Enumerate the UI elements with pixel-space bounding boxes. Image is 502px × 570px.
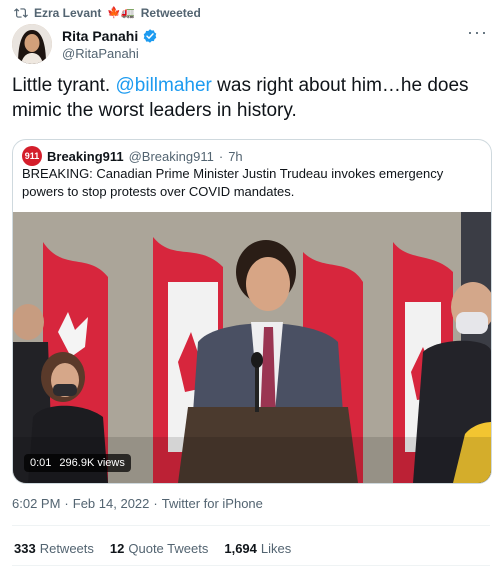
tweet-text: Little tyrant. @billmaher was right abou… (12, 73, 496, 123)
tweet-card[interactable]: Ezra Levant 🍁🚛 Retweeted Rita Panahi @Ri… (0, 0, 502, 570)
retweeter-name[interactable]: Ezra Levant (34, 6, 101, 20)
divider (12, 525, 490, 526)
quoted-tweet[interactable]: 911 Breaking911 @Breaking911 · 7h BREAKI… (12, 139, 492, 484)
quoted-avatar[interactable]: 911 (22, 146, 42, 166)
retweeter-emojis: 🍁🚛 (107, 6, 135, 19)
retweeted-label: Retweeted (140, 6, 201, 20)
retweets-stat[interactable]: 333 Retweets (14, 541, 94, 556)
quoted-separator: · (218, 148, 224, 164)
author-handle[interactable]: @RitaPanahi (62, 46, 158, 61)
likes-label: Likes (260, 541, 292, 556)
tweet-metadata: 6:02 PM · Feb 14, 2022 · Twitter for iPh… (12, 496, 263, 511)
more-options-icon[interactable]: ··· (467, 22, 488, 43)
quote-tweets-count: 12 (109, 541, 125, 556)
verified-badge-icon (143, 28, 157, 43)
retweets-label: Retweets (39, 541, 94, 556)
quote-tweets-stat[interactable]: 12 Quote Tweets (110, 541, 208, 556)
quoted-tweet-text: BREAKING: Canadian Prime Minister Justin… (22, 166, 444, 199)
video-player[interactable]: 0:01 296.9K views (13, 212, 491, 483)
likes-count: 1,694 (224, 541, 257, 556)
avatar[interactable] (12, 24, 52, 64)
meta-separator: · (153, 496, 158, 511)
meta-separator: · (64, 496, 69, 511)
retweets-count: 333 (14, 541, 36, 556)
tweet-time[interactable]: 6:02 PM (12, 496, 60, 511)
quoted-handle[interactable]: @Breaking911 (129, 149, 214, 164)
video-badge: 0:01 296.9K views (24, 454, 131, 472)
quote-tweets-label: Quote Tweets (128, 541, 209, 556)
mention-link[interactable]: @billmaher (116, 75, 212, 96)
video-frame (13, 212, 491, 483)
engagement-stats: 333 Retweets 12 Quote Tweets 1,694 Likes (14, 541, 291, 556)
quoted-display-name[interactable]: Breaking911 (47, 149, 124, 164)
quoted-tweet-header: 911 Breaking911 @Breaking911 · 7h (22, 146, 243, 166)
tweet-text-start: Little tyrant. (12, 75, 116, 96)
video-time: 0:01 (30, 457, 52, 469)
video-views: 296.9K views (59, 457, 125, 469)
retweet-icon (14, 8, 28, 18)
author-block[interactable]: Rita Panahi @RitaPanahi (12, 22, 158, 66)
tweet-date[interactable]: Feb 14, 2022 (73, 496, 150, 511)
divider (12, 565, 490, 566)
tweet-source[interactable]: Twitter for iPhone (162, 496, 263, 511)
likes-stat[interactable]: 1,694 Likes (224, 541, 291, 556)
retweet-context[interactable]: Ezra Levant 🍁🚛 Retweeted (14, 5, 201, 21)
quoted-age[interactable]: 7h (228, 149, 242, 164)
author-display-name[interactable]: Rita Panahi (62, 28, 138, 44)
